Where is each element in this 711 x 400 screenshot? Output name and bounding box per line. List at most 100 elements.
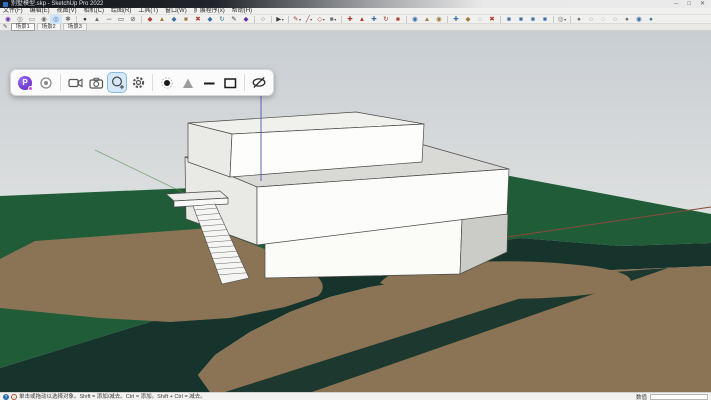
snapshot-icon[interactable]: ◉ [38,15,50,24]
cursor-highlight-icon[interactable] [108,73,126,92]
help-icon[interactable]: ? [3,394,9,400]
measurements-label: 数值 [636,393,647,400]
menu-item[interactable]: 编辑(E) [30,8,50,15]
close-button[interactable]: ✕ [700,0,705,8]
annotation-toolbar: P [10,69,274,96]
menu-item[interactable]: 帮助(H) [232,8,252,15]
top-view-icon[interactable]: ■ [539,15,551,24]
minimize-button[interactable]: ─ [674,0,678,8]
geolocation-icon[interactable]: ◦ [11,394,17,400]
iso-view-icon[interactable]: ■ [527,15,539,24]
arc-tool-icon[interactable]: ╱▾ [303,15,315,24]
frame-icon[interactable]: ▭ [115,15,127,24]
photo-camera-icon[interactable] [87,73,105,92]
back-view-icon[interactable]: ■ [515,15,527,24]
cursor-highlight-icon[interactable]: ◎ [50,15,62,24]
shape-tool-icon[interactable]: ◇▾ [315,15,327,24]
toolbar-separator [341,16,342,23]
line-weight-icon[interactable]: ─ [103,15,115,24]
menu-item[interactable]: 窗口(W) [165,8,187,15]
status-bar: ? ◦ 单击或拖动以选择对象。Shift = 添加/减去。Ctrl = 添加。S… [0,392,711,400]
app-logo-icon[interactable]: P [16,73,34,92]
rotate-tool-icon[interactable]: ↻ [380,15,392,24]
toolbar-separator [447,16,448,23]
main-toolbar: ◉◎▭◉◎✱●▲─▭⊘◆▲◆■✖◆↻✎◆○▶▾✎▾╱▾◇▾■▾✚▲✚↻■◉▲◉✚… [0,15,711,24]
annotation-separator [152,74,153,91]
menu-item[interactable]: 绘图(R) [111,8,131,15]
materials-icon[interactable]: ■ [180,15,192,24]
toolbar-separator [141,16,142,23]
dot-cursor-icon[interactable] [158,73,176,92]
pointer-icon[interactable]: ▲ [91,15,103,24]
zoom-window-icon[interactable]: ✖ [486,15,498,24]
style-xray-icon[interactable]: ◉ [633,15,645,24]
section-plane-icon[interactable]: ◆ [240,15,252,24]
zoom-tool-icon[interactable]: ○ [257,15,269,24]
line-tool-icon[interactable]: ✎▾ [291,15,303,24]
push-pull-tool-icon[interactable]: ▲ [356,15,368,24]
toolbar-separator [500,16,501,23]
hide-annotations-icon[interactable] [250,73,268,92]
menu-item[interactable]: 文件(F) [3,8,23,15]
record-icon[interactable] [37,73,55,92]
measurements-input[interactable] [650,394,708,400]
style-hidden-line-icon[interactable]: ○ [585,15,597,24]
toolbar-separator [288,16,289,23]
toolbar-separator [76,16,77,23]
zoom-extents-icon[interactable]: ◌ [474,15,486,24]
dimensions-icon[interactable]: ◉ [433,15,445,24]
style-wireframe-icon[interactable]: ● [573,15,585,24]
push-pull-icon[interactable]: ◆ [204,15,216,24]
scene-tab-bar: ✎ 场景1场景2场景3 [0,24,711,31]
text-icon[interactable]: ✎ [228,15,240,24]
menu-item[interactable]: 视图(V) [57,8,77,15]
annotation-separator [60,74,61,91]
style-monochrome-icon[interactable]: ● [621,15,633,24]
record-icon[interactable]: ◎ [14,15,26,24]
delete-icon[interactable]: ✖ [192,15,204,24]
settings-gear-icon[interactable] [129,73,147,92]
surface-tool-icon[interactable]: ■▾ [327,15,339,24]
paint-bucket-icon[interactable]: ▲ [156,15,168,24]
menu-item[interactable]: 相机(C) [84,8,104,15]
offset-tool-icon[interactable]: ✚ [368,15,380,24]
front-view-icon[interactable]: ■ [503,15,515,24]
tape-measure-icon[interactable]: ◉ [409,15,421,24]
protractor-icon[interactable]: ▲ [421,15,433,24]
capture-settings-icon[interactable]: ✱ [62,15,74,24]
make-component-icon[interactable]: ◆ [144,15,156,24]
title-bar: 别墅模型.skp - SketchUp Pro 2022 ─□✕ [0,0,711,8]
eraser-icon[interactable]: ◆ [168,15,180,24]
maximize-button[interactable]: □ [687,0,691,8]
follow-me-icon[interactable]: ↻ [216,15,228,24]
menu-item[interactable]: 扩展程序(x) [194,8,225,15]
pan-icon[interactable]: ◆ [462,15,474,24]
window-controls: ─ □ ✕ [674,0,711,8]
styles-dropdown-icon[interactable]: ◎▾ [556,15,568,24]
scale-tool-icon[interactable]: ■ [392,15,404,24]
menu-item[interactable]: 工具(T) [138,8,158,15]
triangle-cursor-icon[interactable] [179,73,197,92]
toolbar-separator [570,16,571,23]
style-shaded-textures-icon[interactable]: ○ [609,15,621,24]
move-tool-icon[interactable]: ✚ [344,15,356,24]
toolbar-separator [271,16,272,23]
scene-tabs: 场景1场景2场景3 [11,23,87,31]
dot-cursor-icon[interactable]: ● [79,15,91,24]
video-capture-icon[interactable]: ▭ [26,15,38,24]
scene-edit-icon: ✎ [3,24,8,30]
orbit-icon[interactable]: ✚ [450,15,462,24]
style-shaded-icon[interactable]: ◌ [597,15,609,24]
toolbar-separator [406,16,407,23]
line-tool-icon[interactable] [200,73,218,92]
rectangle-tool-icon[interactable] [221,73,239,92]
style-back-edges-icon[interactable]: ● [645,15,657,24]
scene-tab-场景2[interactable]: 场景2 [37,23,61,31]
recorder-logo-icon[interactable]: ◉ [2,15,14,24]
select-tool-icon[interactable]: ▶▾ [274,15,286,24]
hide-overlay-icon[interactable]: ⊘ [127,15,139,24]
scene-tab-场景1[interactable]: 场景1 [11,23,35,31]
video-camera-icon[interactable] [66,73,84,92]
status-hint: 单击或拖动以选择对象。Shift = 添加/减去。Ctrl = 添加。Shift… [19,393,206,400]
scene-tab-场景3[interactable]: 场景3 [63,23,87,31]
